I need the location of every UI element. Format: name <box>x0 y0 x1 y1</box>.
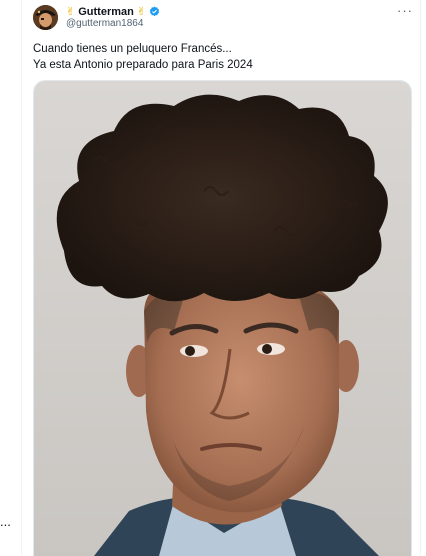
sidebar-more-icon[interactable]: ... <box>0 514 11 529</box>
more-options-icon[interactable]: ··· <box>397 3 413 18</box>
author-name-row[interactable]: ✌ Gutterman ✌ <box>66 5 160 18</box>
name-emoji: ✌ <box>66 6 76 18</box>
name-emoji-trailing: ✌ <box>136 6 147 18</box>
tweet-text: Cuando tienes un peluquero Francés... Ya… <box>33 41 253 73</box>
author-handle[interactable]: @gutterman1864 <box>66 18 143 29</box>
timeline-left-divider <box>21 0 22 555</box>
tweet-text-line: Ya esta Antonio preparado para Paris 202… <box>33 59 253 71</box>
tweet-text-line: Cuando tienes un peluquero Francés... <box>33 43 232 55</box>
pirate-avatar-icon <box>33 5 58 30</box>
author-avatar[interactable] <box>33 5 58 30</box>
verified-badge-icon <box>149 6 160 17</box>
tweet-media-image[interactable] <box>33 80 412 556</box>
author-display-name[interactable]: Gutterman <box>78 6 134 18</box>
timeline-right-divider <box>420 0 421 555</box>
man-with-afro-photo <box>34 81 411 556</box>
